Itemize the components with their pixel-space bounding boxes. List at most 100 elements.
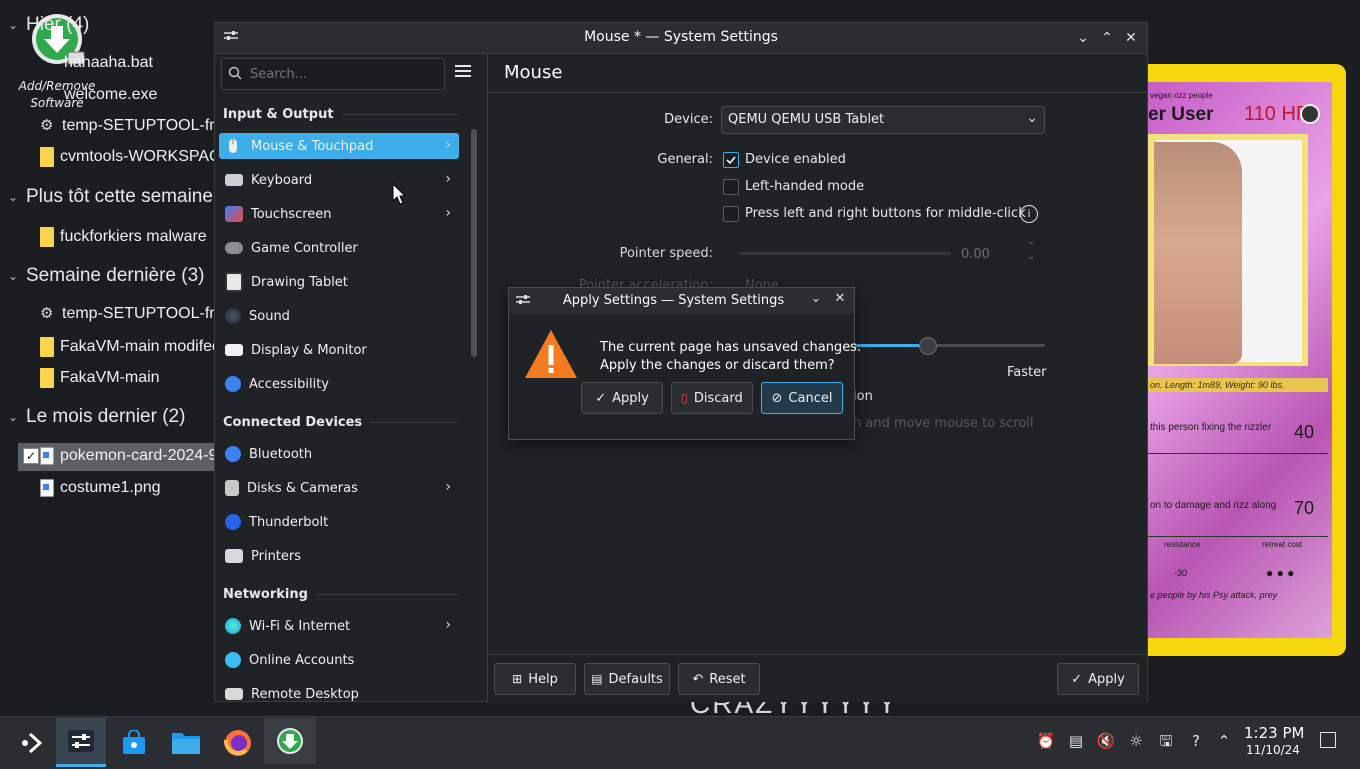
taskbar-system-settings[interactable] [56,718,106,767]
dialog-cancel-button[interactable]: ⊘ Cancel [761,382,843,414]
sidebar-item-printers[interactable]: Printers [219,543,459,569]
slider-handle[interactable] [919,337,937,355]
help-circle-icon[interactable]: ? [1186,731,1206,751]
device-select[interactable]: QEMU QEMU USB Tablet ⌄ [721,106,1045,134]
globe-icon [225,618,241,634]
scroll-speed-slider[interactable] [835,344,1045,347]
cancel-icon: ⊘ [771,390,783,406]
file-item[interactable]: costume1.png [40,479,161,497]
file-item[interactable]: pokemon-card-2024-9-2 [40,447,232,465]
help-button[interactable]: ⊞ Help [494,663,576,695]
sidebar-item-touchscreen[interactable]: Touchscreen › [219,201,459,227]
sidebar-item-display-monitor[interactable]: Display & Monitor [219,337,459,363]
dialog-minimize-button[interactable]: ⌄ [807,291,825,309]
save-disk-icon[interactable]: 🖫 [1156,731,1176,751]
maximize-button[interactable]: ⌃ [1097,28,1117,48]
remote-desktop-icon [225,688,243,700]
dialog-apply-button[interactable]: ✓ Apply [581,382,663,414]
mouse-cursor-icon [392,182,407,205]
taskbar-firefox[interactable] [218,723,258,763]
clipboard-icon[interactable]: ▤ [1066,731,1086,751]
help-icon: ⊞ [512,672,523,686]
taskbar-file-manager[interactable] [166,723,206,763]
apply-button[interactable]: ✓ Apply [1057,663,1139,695]
sidebar-scrollbar[interactable] [471,129,477,357]
sidebar-item-game-controller[interactable]: Game Controller [219,235,459,261]
pointer-speed-slider[interactable] [739,252,951,255]
clock-time[interactable]: 1:23 PM [1244,724,1304,742]
file-item[interactable]: welcome.exe [40,86,157,104]
left-handed-checkbox[interactable] [723,179,739,195]
middle-click-checkbox[interactable] [723,206,739,222]
search-box[interactable] [221,58,445,90]
chevron-down-icon: ⌄ [8,269,19,283]
bluetooth-icon [225,446,241,462]
show-desktop-icon[interactable] [1320,732,1336,748]
sidebar-item-thunderbolt[interactable]: Thunderbolt [219,509,459,535]
reset-button[interactable]: ↶ Reset [678,663,760,695]
clock-date[interactable]: 11/10/24 [1246,743,1300,757]
volume-muted-icon[interactable]: 🔇 [1096,731,1116,751]
info-icon[interactable]: i [1020,205,1038,223]
group-header-yesterday[interactable]: ⌄ Hier (4) [8,14,89,36]
accessibility-icon [225,376,241,392]
chevron-up-icon[interactable]: ⌃ [1214,731,1234,751]
sidebar-item-wifi-internet[interactable]: Wi-Fi & Internet › [219,613,459,639]
undo-icon: ↶ [692,671,704,687]
notifications-icon[interactable]: ⏰ [1036,731,1056,751]
spin-down-icon[interactable]: ⌄ [1027,251,1035,262]
pokemon-card-image: vegan rizz people er User 110 HP on. Len… [1140,64,1346,656]
folder-icon [40,337,54,357]
file-item[interactable]: fuckforkiers malware [40,227,207,247]
dialog-discard-button[interactable]: ▯ Discard [671,382,753,414]
apply-settings-dialog: Apply Settings — System Settings ⌄ ✕ The… [508,287,861,440]
chevron-down-icon: ⌄ [1026,110,1038,126]
window-menu-icon[interactable] [515,294,531,308]
printer-icon [225,549,243,563]
sidebar-item-disks-cameras[interactable]: Disks & Cameras › [219,475,459,501]
file-select-checkbox[interactable]: ✓ [23,448,39,464]
device-enabled-checkbox[interactable] [723,152,739,168]
app-launcher-icon[interactable] [12,723,52,763]
sidebar-item-drawing-tablet[interactable]: Drawing Tablet [219,269,459,295]
setup-file-icon: ⚙ [40,305,54,322]
sidebar-item-remote-desktop[interactable]: Remote Desktop [219,681,459,707]
hamburger-menu-icon[interactable] [455,64,473,80]
image-file-icon [40,447,54,465]
file-item[interactable]: FakaVM-main [40,368,160,388]
group-header-last-week[interactable]: ⌄ Semaine dernière (3) [8,265,204,287]
group-header-last-month[interactable]: ⌄ Le mois dernier (2) [8,406,185,428]
image-file-icon [40,479,54,497]
dialog-close-button[interactable]: ✕ [831,291,849,309]
chevron-down-icon: ⌄ [8,410,19,424]
close-button[interactable]: ✕ [1121,28,1141,48]
hidden-option-label: ion [853,389,873,404]
person-photo [1154,142,1242,364]
taskbar-discover-store[interactable] [114,723,154,763]
sidebar-item-mouse-touchpad[interactable]: Mouse & Touchpad › [219,133,459,159]
faster-label: Faster [1007,365,1047,380]
file-item[interactable]: FakaVM-main modifed [40,337,221,357]
defaults-button[interactable]: ▤ Defaults [584,663,670,695]
search-icon [228,66,242,80]
sidebar-item-keyboard[interactable]: Keyboard › [219,167,459,193]
file-item[interactable]: hahaaha.bat [40,54,153,72]
window-titlebar[interactable]: Mouse * — System Settings ⌄ ⌃ ✕ [215,23,1147,54]
taskbar-add-remove-software[interactable] [264,718,316,764]
file-item[interactable]: cvmtools-WORKSPACE [40,147,231,167]
minimize-button[interactable]: ⌄ [1073,28,1093,48]
search-input[interactable] [248,62,442,86]
pointer-speed-spinbox[interactable]: 0.00 ⌃ ⌄ [955,241,1043,267]
document-icon: ▤ [591,672,603,686]
sidebar-item-sound[interactable]: Sound [219,303,459,329]
sidebar-item-accessibility[interactable]: Accessibility [219,371,459,397]
group-header-earlier-this-week[interactable]: ⌄ Plus tôt cette semaine (1 [8,186,235,208]
card-body: vegan rizz people er User 110 HP on. Len… [1148,82,1332,638]
section-networking: Networking [223,587,459,602]
sidebar-item-bluetooth[interactable]: Bluetooth [219,441,459,467]
dialog-titlebar[interactable]: Apply Settings — System Settings ⌄ ✕ [509,288,854,314]
left-handed-label: Left-handed mode [745,179,865,194]
sidebar-item-online-accounts[interactable]: Online Accounts [219,647,459,673]
disk-icon [225,480,239,496]
brightness-icon[interactable]: ☼ [1126,731,1146,751]
